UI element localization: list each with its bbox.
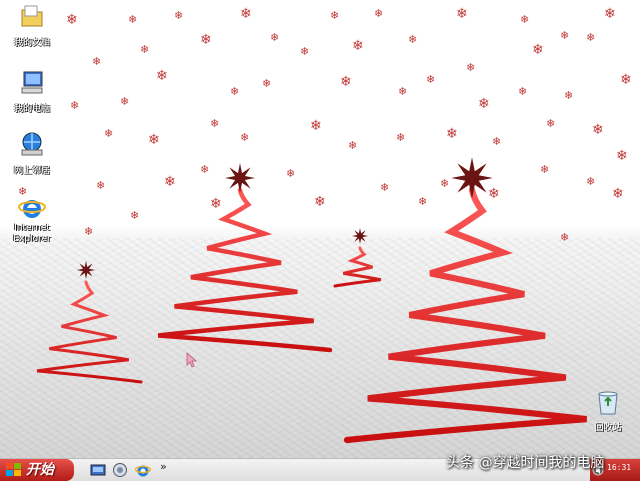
- media-player-icon[interactable]: [112, 462, 128, 478]
- recycle-bin[interactable]: 回收站: [588, 388, 628, 433]
- network-places-label: 网上邻居: [13, 166, 50, 176]
- ie-quicklaunch-icon[interactable]: [135, 462, 151, 478]
- recycle-bin-icon: [598, 391, 618, 415]
- windows-logo-icon: [6, 463, 21, 476]
- recycle-bin-label: 回收站: [594, 423, 622, 433]
- internet-explorer-icon[interactable]: Internet Explorer: [4, 194, 60, 245]
- tree-star-icon: [451, 157, 493, 199]
- christmas-tree: [157, 187, 333, 353]
- christmas-trees: [36, 157, 587, 444]
- my-documents-label: 我的文档: [13, 38, 50, 48]
- christmas-tree: [333, 246, 382, 288]
- network-icon: [21, 132, 43, 156]
- tree-star-icon: [225, 163, 255, 193]
- tree-star-icon: [76, 260, 96, 280]
- my-computer-label: 我的电脑: [13, 104, 50, 114]
- start-label: 开始: [26, 462, 54, 478]
- my-documents-icon[interactable]: 我的文档: [4, 2, 60, 49]
- mouse-cursor-icon: [186, 352, 198, 368]
- tree-star-icon: [352, 228, 368, 244]
- internet-explorer-label: Internet Explorer: [13, 223, 51, 244]
- clock[interactable]: 16:31: [607, 463, 631, 472]
- computer-icon: [21, 71, 43, 94]
- christmas-tree: [343, 186, 587, 444]
- show-desktop-icon[interactable]: [90, 462, 106, 478]
- quicklaunch-more-button[interactable]: »: [160, 460, 167, 473]
- watermark-text: 头条 @穿越时间我的电脑: [446, 455, 605, 471]
- start-button[interactable]: 开始: [0, 459, 74, 481]
- ie-icon: [18, 200, 46, 218]
- desktop[interactable]: ❄ ❄ ❄ ❄ ❄ ❄ ❄ ❄ ❄ ❄ ❄ ❄ ❄ ❄ ❄ ❄ ❄ ❄ ❄ ❄ ❄ ❄ ❄ ❄ ❄ ❄ ❄ ❄ ❄ ❄ ❄ ❄ ❄ ❄ ❄ ❄ ❄ ❄ ❄ ❄…: [0, 0, 640, 458]
- network-places-icon[interactable]: 网上邻居: [4, 130, 60, 177]
- folder-icon: [21, 5, 43, 27]
- my-computer-icon[interactable]: 我的电脑: [4, 68, 60, 115]
- christmas-tree: [36, 280, 143, 384]
